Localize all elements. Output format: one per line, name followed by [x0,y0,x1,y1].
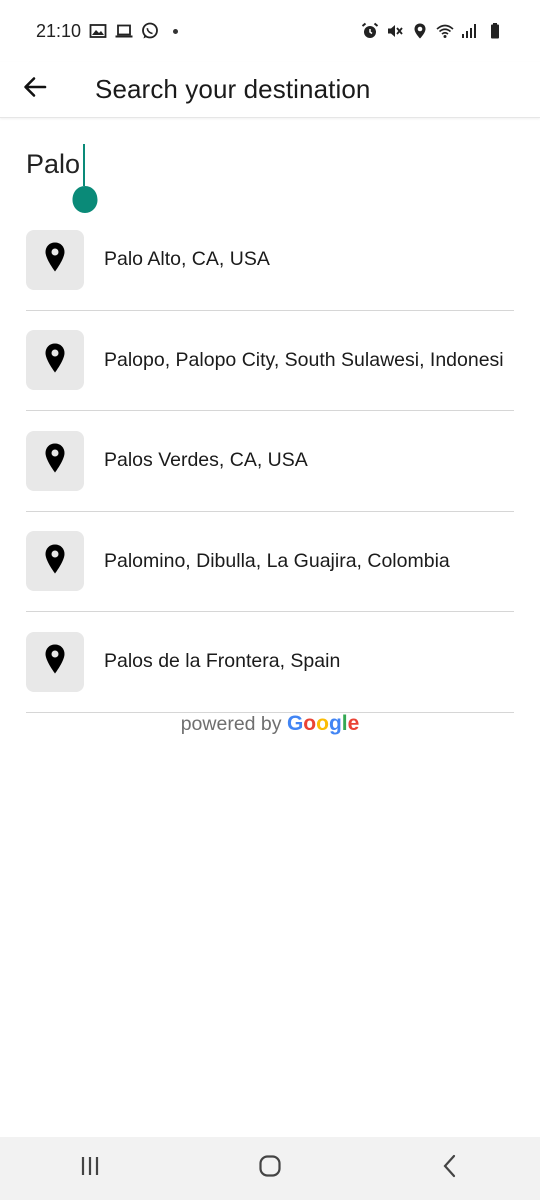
signal-icon [461,22,479,40]
pin-icon-box [26,330,84,391]
home-icon [257,1153,283,1184]
pin-icon-box [26,631,84,692]
result-label: Palopo, Palopo City, South Sulawesi, Ind… [104,348,504,371]
page-title: Search your destination [95,74,371,104]
notification-dot [173,28,179,34]
recent-apps-button[interactable] [50,1137,130,1200]
recent-apps-icon [77,1153,103,1184]
google-logo: Google [286,712,360,735]
location-pin-icon [45,343,65,378]
cursor-handle-icon[interactable] [72,180,98,214]
system-nav-bar [0,1137,540,1200]
chevron-left-icon [437,1153,463,1184]
wifi-icon [436,22,454,40]
powered-by-text: powered by [180,713,287,735]
image-icon [89,22,107,40]
list-item[interactable]: Palopo, Palopo City, South Sulawesi, Ind… [26,311,514,411]
status-bar-left: 21:10 [36,20,179,42]
list-item[interactable]: Palos Verdes, CA, USA [26,411,514,512]
battery-icon [486,22,504,40]
list-item[interactable]: Palos de la Frontera, Spain [26,612,514,713]
status-bar-right [361,22,504,40]
search-field[interactable] [26,140,514,220]
pin-icon-box [26,531,84,592]
result-label: Palos Verdes, CA, USA [104,449,308,472]
result-label: Palos de la Frontera, Spain [104,650,341,673]
laptop-icon [115,22,133,40]
location-icon [411,22,429,40]
list-item[interactable]: Palomino, Dibulla, La Guajira, Colombia [26,512,514,612]
location-pin-icon [45,242,65,277]
powered-by-google: powered by Google [0,712,540,736]
alarm-icon [361,22,379,40]
whatsapp-icon [141,22,159,40]
result-label: Palomino, Dibulla, La Guajira, Colombia [104,549,450,572]
list-item[interactable]: Palo Alto, CA, USA [26,210,514,311]
location-pin-icon [45,544,65,579]
system-back-button[interactable] [410,1137,490,1200]
pin-icon-box [26,430,84,491]
app-bar: Search your destination [0,62,540,118]
location-pin-icon [45,443,65,478]
arrow-left-icon [22,74,48,105]
result-label: Palo Alto, CA, USA [104,248,270,271]
status-time: 21:10 [36,20,82,41]
pin-icon-box [26,229,84,290]
results-list: Palo Alto, CA, USA Palopo, Palopo City, … [26,210,514,713]
mute-icon [386,22,404,40]
status-bar: 21:10 [0,0,540,62]
back-button[interactable] [0,62,70,118]
home-button[interactable] [230,1137,310,1200]
location-pin-icon [45,644,65,679]
